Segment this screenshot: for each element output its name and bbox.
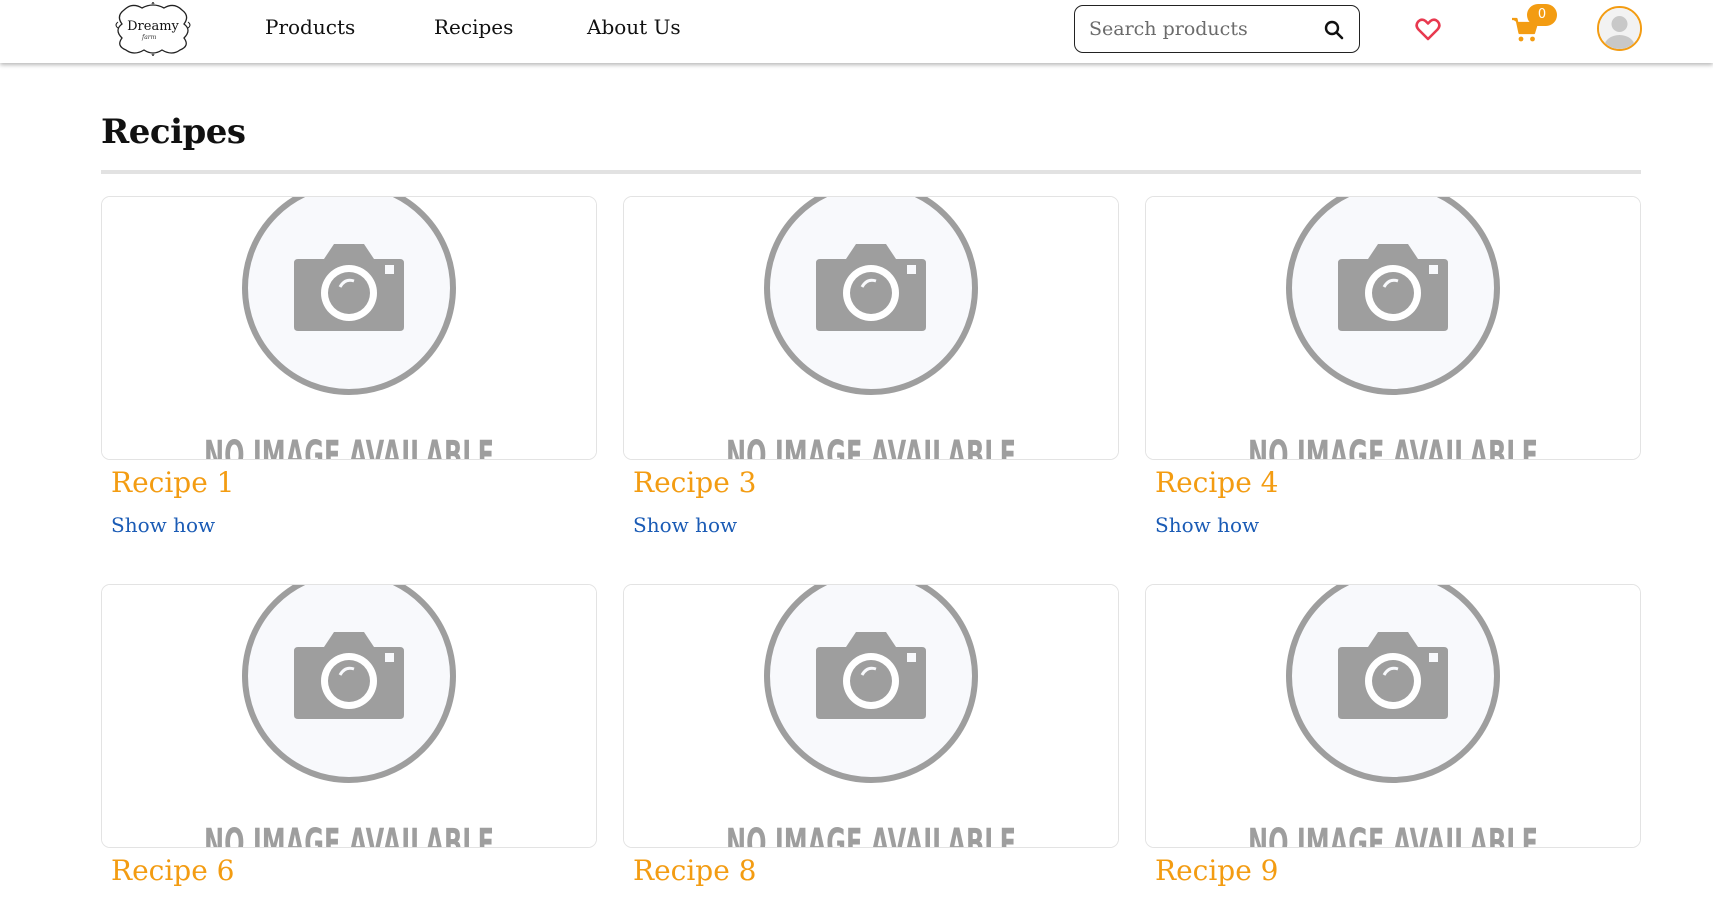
- site-header: Dreamy farm Products Recipes About Us 0: [0, 0, 1713, 63]
- search-bar: [1074, 5, 1360, 53]
- logo-subtext: farm: [142, 34, 157, 41]
- nav-recipes[interactable]: Recipes: [434, 15, 513, 39]
- recipe-image-placeholder[interactable]: NO IMAGE AVAILABLE: [623, 584, 1119, 848]
- recipe-image-placeholder[interactable]: NO IMAGE AVAILABLE: [623, 196, 1119, 460]
- logo-text: Dreamy: [127, 18, 179, 34]
- recipe-title[interactable]: Recipe 8: [633, 854, 757, 887]
- no-image-camera-icon: NO IMAGE AVAILABLE: [1146, 197, 1640, 460]
- recipe-image-placeholder[interactable]: NO IMAGE AVAILABLE: [101, 196, 597, 460]
- no-image-camera-icon: NO IMAGE AVAILABLE: [1146, 585, 1640, 848]
- recipe-image-placeholder[interactable]: NO IMAGE AVAILABLE: [101, 584, 597, 848]
- recipe-title[interactable]: Recipe 1: [111, 466, 235, 499]
- no-image-label: NO IMAGE AVAILABLE: [726, 433, 1016, 460]
- recipe-title[interactable]: Recipe 9: [1155, 854, 1279, 887]
- show-how-link[interactable]: Show how: [633, 513, 737, 537]
- recipe-image-placeholder[interactable]: NO IMAGE AVAILABLE: [1145, 196, 1641, 460]
- no-image-label: NO IMAGE AVAILABLE: [204, 821, 494, 848]
- no-image-label: NO IMAGE AVAILABLE: [1248, 821, 1538, 848]
- no-image-label: NO IMAGE AVAILABLE: [204, 433, 494, 460]
- recipe-title[interactable]: Recipe 4: [1155, 466, 1279, 499]
- nav-about-us[interactable]: About Us: [587, 15, 681, 39]
- cart-count-badge: 0: [1527, 4, 1557, 26]
- recipe-title[interactable]: Recipe 3: [633, 466, 757, 499]
- page-title: Recipes: [101, 112, 246, 152]
- no-image-camera-icon: NO IMAGE AVAILABLE: [102, 585, 596, 848]
- title-divider: [101, 170, 1641, 174]
- search-input[interactable]: [1089, 14, 1314, 44]
- brand-logo[interactable]: Dreamy farm: [112, 0, 194, 58]
- no-image-camera-icon: NO IMAGE AVAILABLE: [624, 197, 1118, 460]
- heart-icon[interactable]: [1414, 15, 1442, 43]
- recipe-title[interactable]: Recipe 6: [111, 854, 235, 887]
- recipe-image-placeholder[interactable]: NO IMAGE AVAILABLE: [1145, 584, 1641, 848]
- no-image-label: NO IMAGE AVAILABLE: [1248, 433, 1538, 460]
- show-how-link[interactable]: Show how: [111, 513, 215, 537]
- nav-products[interactable]: Products: [265, 15, 355, 39]
- search-icon[interactable]: [1322, 18, 1346, 42]
- no-image-camera-icon: NO IMAGE AVAILABLE: [102, 197, 596, 460]
- show-how-link[interactable]: Show how: [1155, 513, 1259, 537]
- no-image-label: NO IMAGE AVAILABLE: [726, 821, 1016, 848]
- user-avatar-icon[interactable]: [1597, 6, 1642, 51]
- no-image-camera-icon: NO IMAGE AVAILABLE: [624, 585, 1118, 848]
